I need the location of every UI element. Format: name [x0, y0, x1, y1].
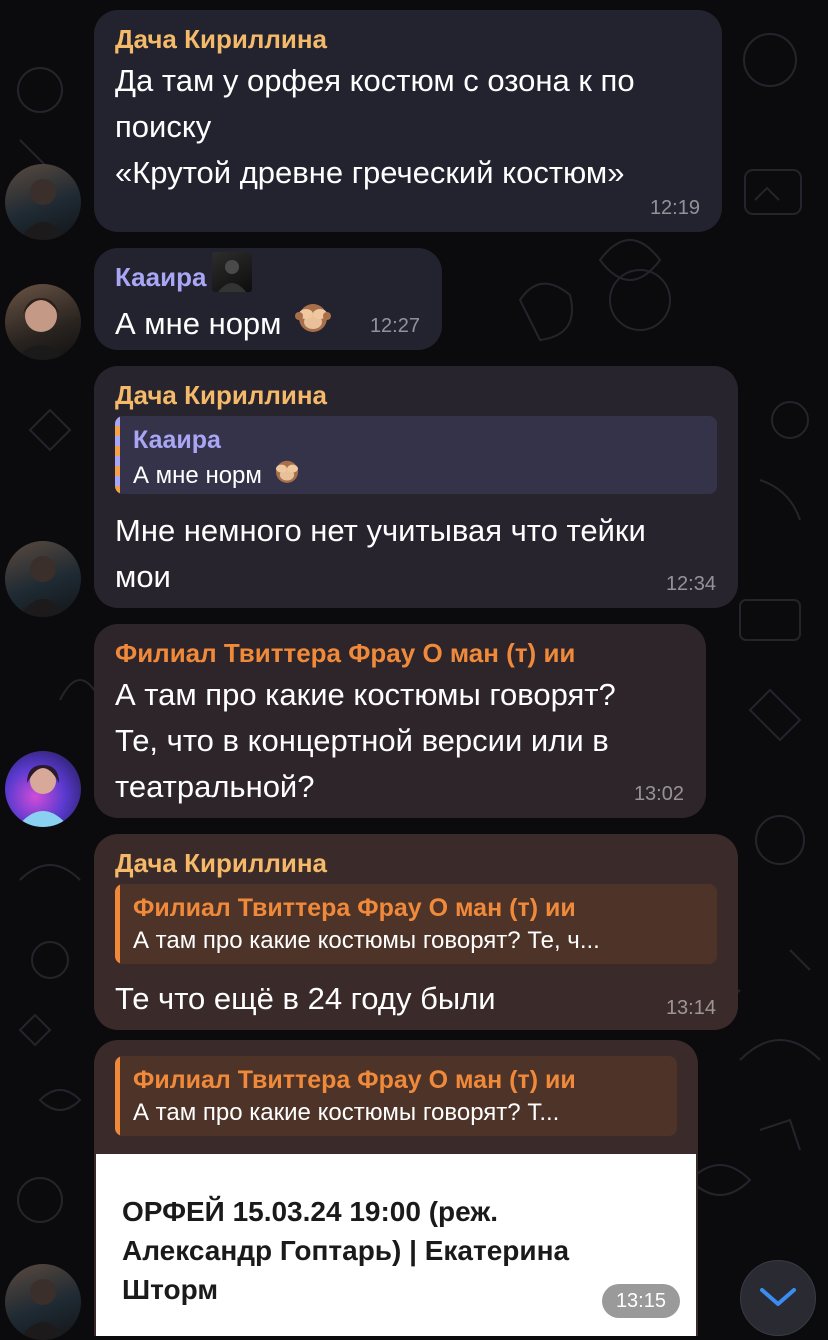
sender-name[interactable]: Дача Кириллина	[115, 24, 327, 54]
reply-sender: Кааира	[133, 426, 221, 454]
message-time: 13:14	[665, 997, 716, 1019]
message-time: 13:02	[633, 783, 684, 805]
reply-text: А мне норм	[133, 456, 703, 494]
reply-quote[interactable]: Филиал Твиттера Фрау О ман (т) ии А там …	[115, 1056, 677, 1136]
sender-name[interactable]: Кааира	[115, 262, 206, 292]
avatar-image	[19, 556, 67, 617]
avatar[interactable]	[5, 1264, 81, 1340]
sender-name[interactable]: Дача Кириллина	[115, 380, 327, 410]
avatar-image	[19, 1279, 67, 1340]
message-bubble[interactable]: Филиал Твиттера Фрау О ман (т) ии А там …	[94, 624, 706, 818]
reply-text: А там про какие костюмы говорят? Т...	[133, 1099, 560, 1126]
avatar-image	[17, 765, 69, 827]
sender-name[interactable]: Филиал Твиттера Фрау О ман (т) ии	[115, 638, 575, 668]
message-text: Мне немного нет учитывая что тейки мои	[115, 513, 646, 594]
message-text: Те что ещё в 24 году были	[115, 981, 496, 1016]
reply-bar	[115, 416, 120, 494]
message-text: А мне норм	[115, 298, 332, 349]
message-bubble[interactable]: Кааира А мне норм 12:27	[94, 248, 442, 350]
reply-bar	[115, 1056, 120, 1136]
avatar[interactable]	[5, 541, 81, 617]
avatar[interactable]	[5, 284, 81, 360]
scroll-down-button[interactable]	[740, 1260, 816, 1336]
avatar[interactable]	[5, 164, 81, 240]
message-text: А там про какие костюмы говорят? Те, что…	[115, 677, 616, 804]
reply-quote[interactable]: Филиал Твиттера Фрау О ман (т) ии А там …	[115, 884, 717, 964]
reply-text: А там про какие костюмы говорят? Те, ч..…	[133, 927, 600, 954]
link-preview-card[interactable]: ОРФЕЙ 15.03.24 19:00 (реж. Александр Гоп…	[96, 1154, 696, 1336]
message-bubble[interactable]: Филиал Твиттера Фрау О ман (т) ии А там …	[94, 1040, 698, 1336]
sender-name[interactable]: Дача Кириллина	[115, 848, 327, 878]
reply-quote[interactable]: Кааира А мне норм	[115, 416, 717, 494]
see-no-evil-monkey-icon	[294, 298, 332, 349]
message-time: 13:15	[601, 1284, 680, 1318]
message-time: 12:27	[369, 315, 420, 337]
avatar[interactable]	[5, 751, 81, 827]
sender-badge-icon	[212, 252, 253, 292]
message-bubble[interactable]: Дача Кириллина Кааира А мне норм Мне нем…	[94, 366, 738, 608]
message-time: 12:19	[649, 197, 700, 219]
chevron-down-icon	[760, 1288, 796, 1306]
message-bubble[interactable]: Дача Кириллина Да там у орфея костюм с о…	[94, 10, 722, 232]
reply-sender: Филиал Твиттера Фрау О ман (т) ии	[133, 1066, 576, 1094]
avatar-image	[19, 179, 67, 240]
message-text: Да там у орфея костюм с озона к по поиск…	[115, 63, 635, 190]
reply-bar	[115, 884, 120, 964]
message-time: 12:34	[665, 573, 716, 595]
reply-sender: Филиал Твиттера Фрау О ман (т) ии	[133, 894, 576, 922]
see-no-evil-monkey-icon	[272, 456, 302, 494]
link-preview-title: ОРФЕЙ 15.03.24 19:00 (реж. Александр Гоп…	[122, 1196, 570, 1305]
message-bubble[interactable]: Дача Кириллина Филиал Твиттера Фрау О ма…	[94, 834, 738, 1030]
avatar-image	[15, 298, 67, 360]
